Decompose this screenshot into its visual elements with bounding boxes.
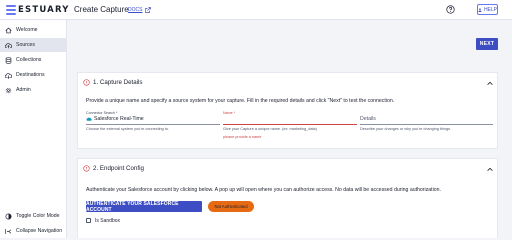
details-underline [360,124,493,125]
toggle-color-mode-button[interactable]: Toggle Color Mode [0,209,67,223]
help-button[interactable]: HELP [477,4,498,15]
sidebar-item-sources[interactable]: Sources [0,38,67,52]
error-circle-icon [83,165,90,172]
docs-link-label: DOCS [128,7,143,13]
capture-name-input[interactable] [223,116,357,124]
details-helper: Describe your changes or why you're chan… [360,127,452,131]
connector-search-helper: Choose the external system you're connec… [86,127,170,131]
endpoint-config-title: 2. Endpoint Config [93,165,144,172]
chevron-up-icon[interactable] [487,81,493,86]
collapse-navigation-label: Collapse Navigation [16,228,63,234]
endpoint-config-description: Authenticate your Salesforce account by … [86,187,441,193]
gear-icon [5,87,12,93]
collapse-navigation-button[interactable]: Collapse Navigation [0,224,67,238]
sidebar-item-label: Destinations [16,72,45,78]
authenticate-salesforce-button[interactable]: AUTHENTICATE YOUR SALESFORCE ACCOUNT [86,201,202,213]
sidebar-item-collections[interactable]: Collections [0,53,67,67]
estuary-logo-icon [6,5,16,15]
salesforce-icon [86,117,92,121]
capture-name-helper: Give your Capture a unique name. (ex: ma… [223,127,317,131]
sidebar-item-label: Sources [16,42,36,48]
capture-details-header[interactable]: 1. Capture Details [83,79,143,86]
connector-search-underline [86,124,220,125]
home-icon [5,27,12,33]
connector-search-input[interactable]: Salesforce Real-Time [86,116,144,122]
is-sandbox-label[interactable]: Is Sandbox [95,218,120,224]
is-sandbox-checkbox[interactable] [86,218,91,223]
half-moon-icon [5,213,12,219]
database-icon [5,56,12,64]
external-link-icon [145,7,152,13]
sidebar-item-destinations[interactable]: Destinations [0,68,67,82]
connector-search-label: Connector Search * [86,111,118,115]
top-app-bar: ESTUARY Create Capture DOCS HELP [0,0,512,20]
sidebar-item-label: Welcome [16,27,38,33]
person-icon [478,7,482,12]
details-input[interactable]: Details [360,116,376,122]
logo-text: ESTUARY [18,5,70,15]
page-title: Create Capture [74,5,129,14]
capture-name-error: please provide a name [223,135,262,139]
sidebar-item-welcome[interactable]: Welcome [0,23,67,37]
chevron-up-icon[interactable] [487,167,493,172]
capture-details-description: Provide a unique name and specify a sour… [86,98,395,104]
help-circle-icon[interactable] [446,5,455,14]
endpoint-config-section: 2. Endpoint Config Authenticate your Sal… [77,158,498,238]
toggle-color-mode-label: Toggle Color Mode [16,213,60,219]
collapse-icon [5,228,12,234]
error-circle-icon [83,79,90,86]
docs-link[interactable]: DOCS [128,7,152,13]
sidebar-item-label: Collections [16,57,42,63]
help-button-label: HELP [483,6,497,13]
cloud-upload-icon [5,42,12,48]
endpoint-config-header[interactable]: 2. Endpoint Config [83,165,144,172]
sidebar-item-admin[interactable]: Admin [0,83,67,97]
sidebar: Welcome Sources Collections Destinations… [0,20,67,238]
next-button[interactable]: NEXT [476,38,498,50]
sidebar-item-label: Admin [16,87,31,93]
capture-name-underline [223,124,357,125]
capture-details-section: 1. Capture Details Provide a unique name… [77,72,498,149]
connector-search-value: Salesforce Real-Time [94,116,144,122]
cloud-download-icon [5,72,12,79]
capture-name-label: Name * [223,111,235,115]
auth-status-badge: Not Authenticated [208,201,254,212]
estuary-logo[interactable]: ESTUARY [6,4,70,16]
capture-details-title: 1. Capture Details [93,79,143,86]
